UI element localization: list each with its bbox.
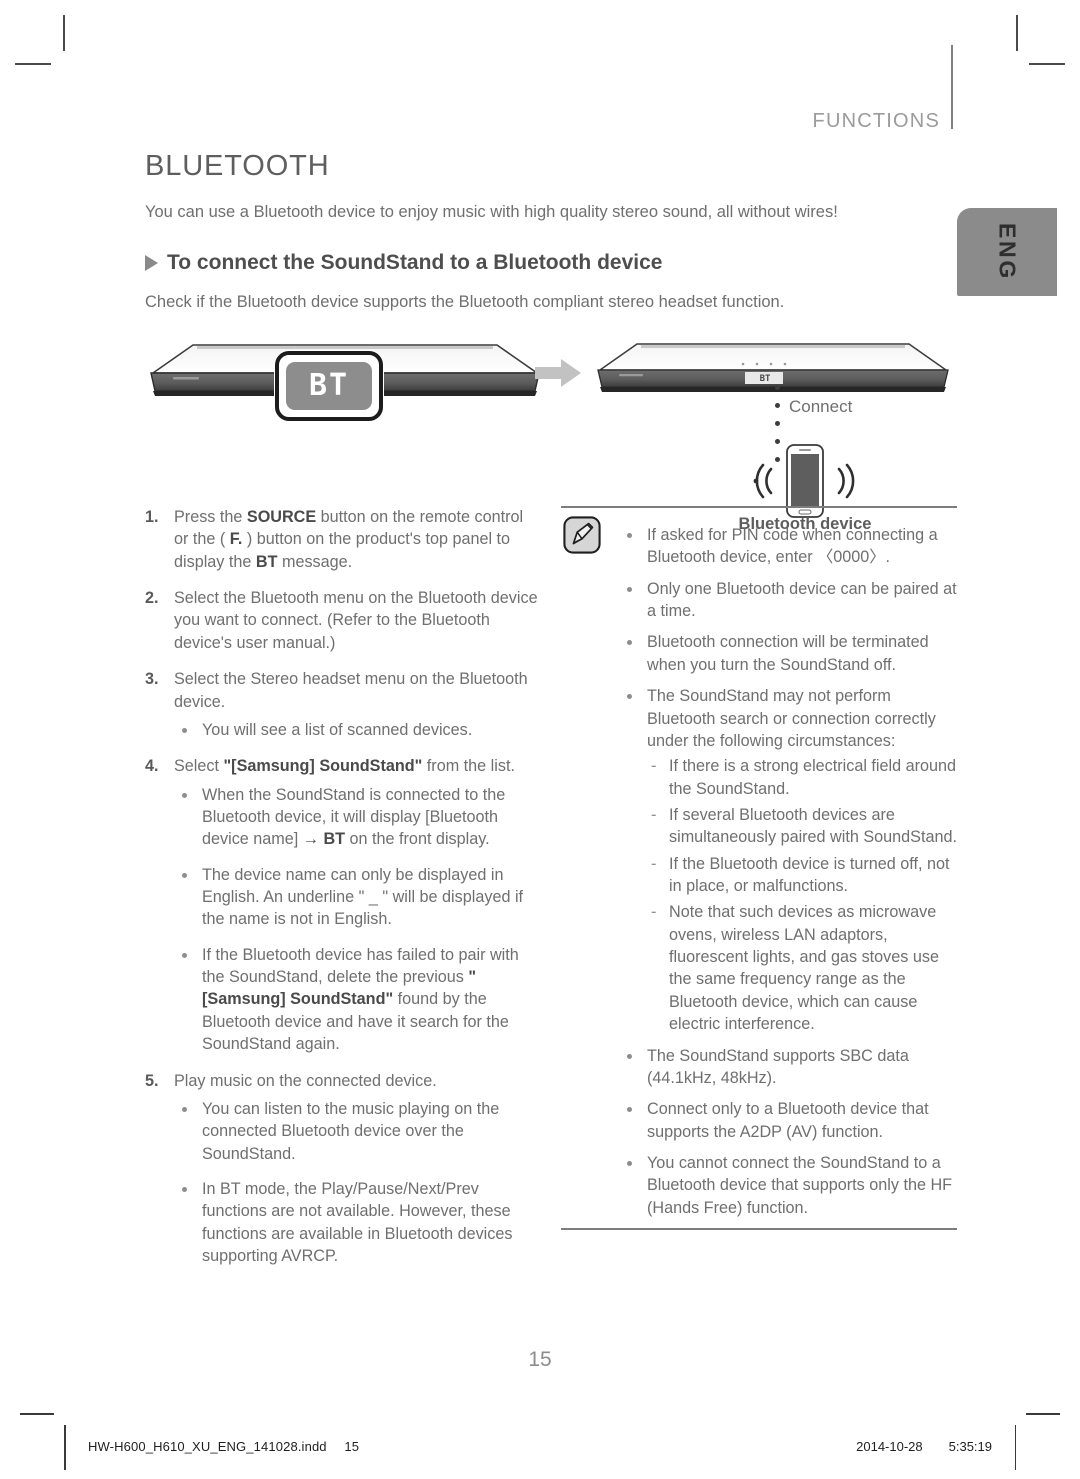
note-bullet: You cannot connect the SoundStand to a B… — [619, 1152, 957, 1219]
subsection-heading-label: To connect the SoundStand to a Bluetooth… — [167, 250, 663, 274]
note-dash-item: If several Bluetooth devices are simulta… — [647, 804, 957, 849]
step-number: 5. — [145, 1071, 159, 1090]
crop-mark-top-left-horizontal — [15, 63, 51, 65]
dot — [775, 402, 780, 408]
step-number: 1. — [145, 508, 159, 526]
connect-label: Connect — [789, 396, 853, 416]
note-dash-item: Note that such devices as microwave oven… — [647, 901, 957, 1035]
step-text: Press the SOURCE button on the remote co… — [174, 508, 524, 571]
step-item-3: 3. Select the Stereo headset menu on the… — [145, 668, 541, 741]
footer-crop-left — [20, 1413, 54, 1415]
step-number: 4. — [145, 757, 159, 776]
language-tab-eng: ENG — [957, 208, 1057, 296]
bt-display-callout: BT — [275, 350, 383, 421]
step-item-4: 4. Select "[Samsung] SoundStand" from th… — [145, 755, 541, 1055]
step-number: 2. — [145, 589, 159, 608]
step-item-2: 2. Select the Bluetooth menu on the Blue… — [145, 587, 541, 654]
note-pencil-icon — [563, 516, 601, 554]
bt-display-text-right: BT — [759, 373, 771, 384]
bullet-item: When the SoundStand is connected to the … — [174, 784, 541, 851]
bullet-item: If the Bluetooth device has failed to pa… — [174, 944, 541, 1056]
step-text: Select the Bluetooth menu on the Bluetoo… — [174, 589, 538, 652]
step-item-5: 5. Play music on the connected device. Y… — [145, 1070, 541, 1268]
step-item-1: 1. Press the SOURCE button on the remote… — [145, 506, 541, 573]
step-text: Play music on the connected device. — [174, 1071, 437, 1090]
bt-display-text: BT — [308, 368, 350, 404]
note-dash-item: If the Bluetooth device is turned off, n… — [647, 853, 957, 898]
note-bullet: The SoundStand supports SBC data (44.1kH… — [619, 1045, 957, 1090]
step-text: Select the Stereo headset menu on the Bl… — [174, 670, 528, 711]
step-number: 3. — [145, 670, 159, 689]
step-5-notes: You can listen to the music playing on t… — [174, 1098, 541, 1268]
footer-timestamp: 2014-10-28 5:35:19 — [856, 1439, 992, 1454]
soundbar-right-svg — [597, 343, 949, 392]
arrow-right-icon — [535, 358, 581, 387]
crop-mark-top-left-vertical — [63, 15, 65, 51]
note-column: If asked for PIN code when connecting a … — [561, 506, 957, 1281]
note-bullet: Only one Bluetooth device can be paired … — [619, 578, 957, 623]
dot — [775, 420, 780, 426]
intro-paragraph: You can use a Bluetooth device to enjoy … — [145, 203, 838, 221]
subsection-intro: Check if the Bluetooth device supports t… — [145, 292, 785, 311]
note-bullets: If asked for PIN code when connecting a … — [619, 524, 957, 1219]
language-tab-label: ENG — [994, 222, 1021, 282]
note-bullet: If asked for PIN code when connecting a … — [619, 524, 957, 569]
crop-mark-top-right-horizontal — [1029, 63, 1065, 65]
page-content: BLUETOOTH You can use a Bluetooth device… — [145, 150, 953, 536]
footer-file-name: HW-H600_H610_XU_ENG_141028.indd — [88, 1439, 327, 1454]
manual-page: FUNCTIONS ENG BLUETOOTH You can use a Bl… — [0, 0, 1080, 1479]
footer-time: 5:35:19 — [948, 1439, 992, 1454]
note-bullet: Bluetooth connection will be terminated … — [619, 631, 957, 676]
page-title: BLUETOOTH — [145, 150, 330, 182]
instructions-columns: 1. Press the SOURCE button on the remote… — [145, 506, 957, 1281]
note-bullet-text: The SoundStand may not perform Bluetooth… — [647, 687, 936, 750]
subsection-heading: To connect the SoundStand to a Bluetooth… — [145, 251, 953, 275]
footer-bar-right — [1014, 1425, 1016, 1470]
footer-bar-left — [64, 1425, 66, 1470]
footer-file-info: HW-H600_H610_XU_ENG_141028.indd 15 — [88, 1439, 359, 1454]
bullet-item: You will see a list of scanned devices. — [174, 719, 541, 741]
footer-crop-right — [1026, 1413, 1060, 1415]
section-divider-rule — [951, 45, 953, 129]
steps-column: 1. Press the SOURCE button on the remote… — [145, 506, 541, 1281]
dot — [775, 384, 780, 390]
footer-file-page: 15 — [344, 1439, 360, 1454]
note-sub-list: If there is a strong electrical field ar… — [647, 755, 957, 1035]
footer-date: 2014-10-28 — [856, 1439, 923, 1454]
step-3-notes: You will see a list of scanned devices. — [174, 719, 541, 741]
triangle-bullet-icon — [145, 254, 158, 271]
note-bullet: The SoundStand may not perform Bluetooth… — [619, 685, 957, 1035]
crop-mark-top-right-vertical — [1016, 15, 1018, 51]
section-label: FUNCTIONS — [812, 110, 940, 132]
step-text: Select "[Samsung] SoundStand" from the l… — [174, 757, 515, 776]
bullet-item: The device name can only be displayed in… — [174, 864, 541, 931]
step-4-notes: When the SoundStand is connected to the … — [174, 784, 541, 1056]
page-number: 15 — [528, 1348, 552, 1371]
note-bullet: Connect only to a Bluetooth device that … — [619, 1098, 957, 1143]
soundbar-right-graphic: BT — [593, 339, 953, 401]
note-body: If asked for PIN code when connecting a … — [561, 508, 957, 1219]
steps-list: 1. Press the SOURCE button on the remote… — [145, 506, 541, 1267]
note-bottom-rule — [561, 1228, 957, 1231]
bullet-item: In BT mode, the Play/Pause/Next/Prev fun… — [174, 1178, 541, 1267]
bullet-item: You can listen to the music playing on t… — [174, 1098, 541, 1165]
note-dash-item: If there is a strong electrical field ar… — [647, 755, 957, 800]
